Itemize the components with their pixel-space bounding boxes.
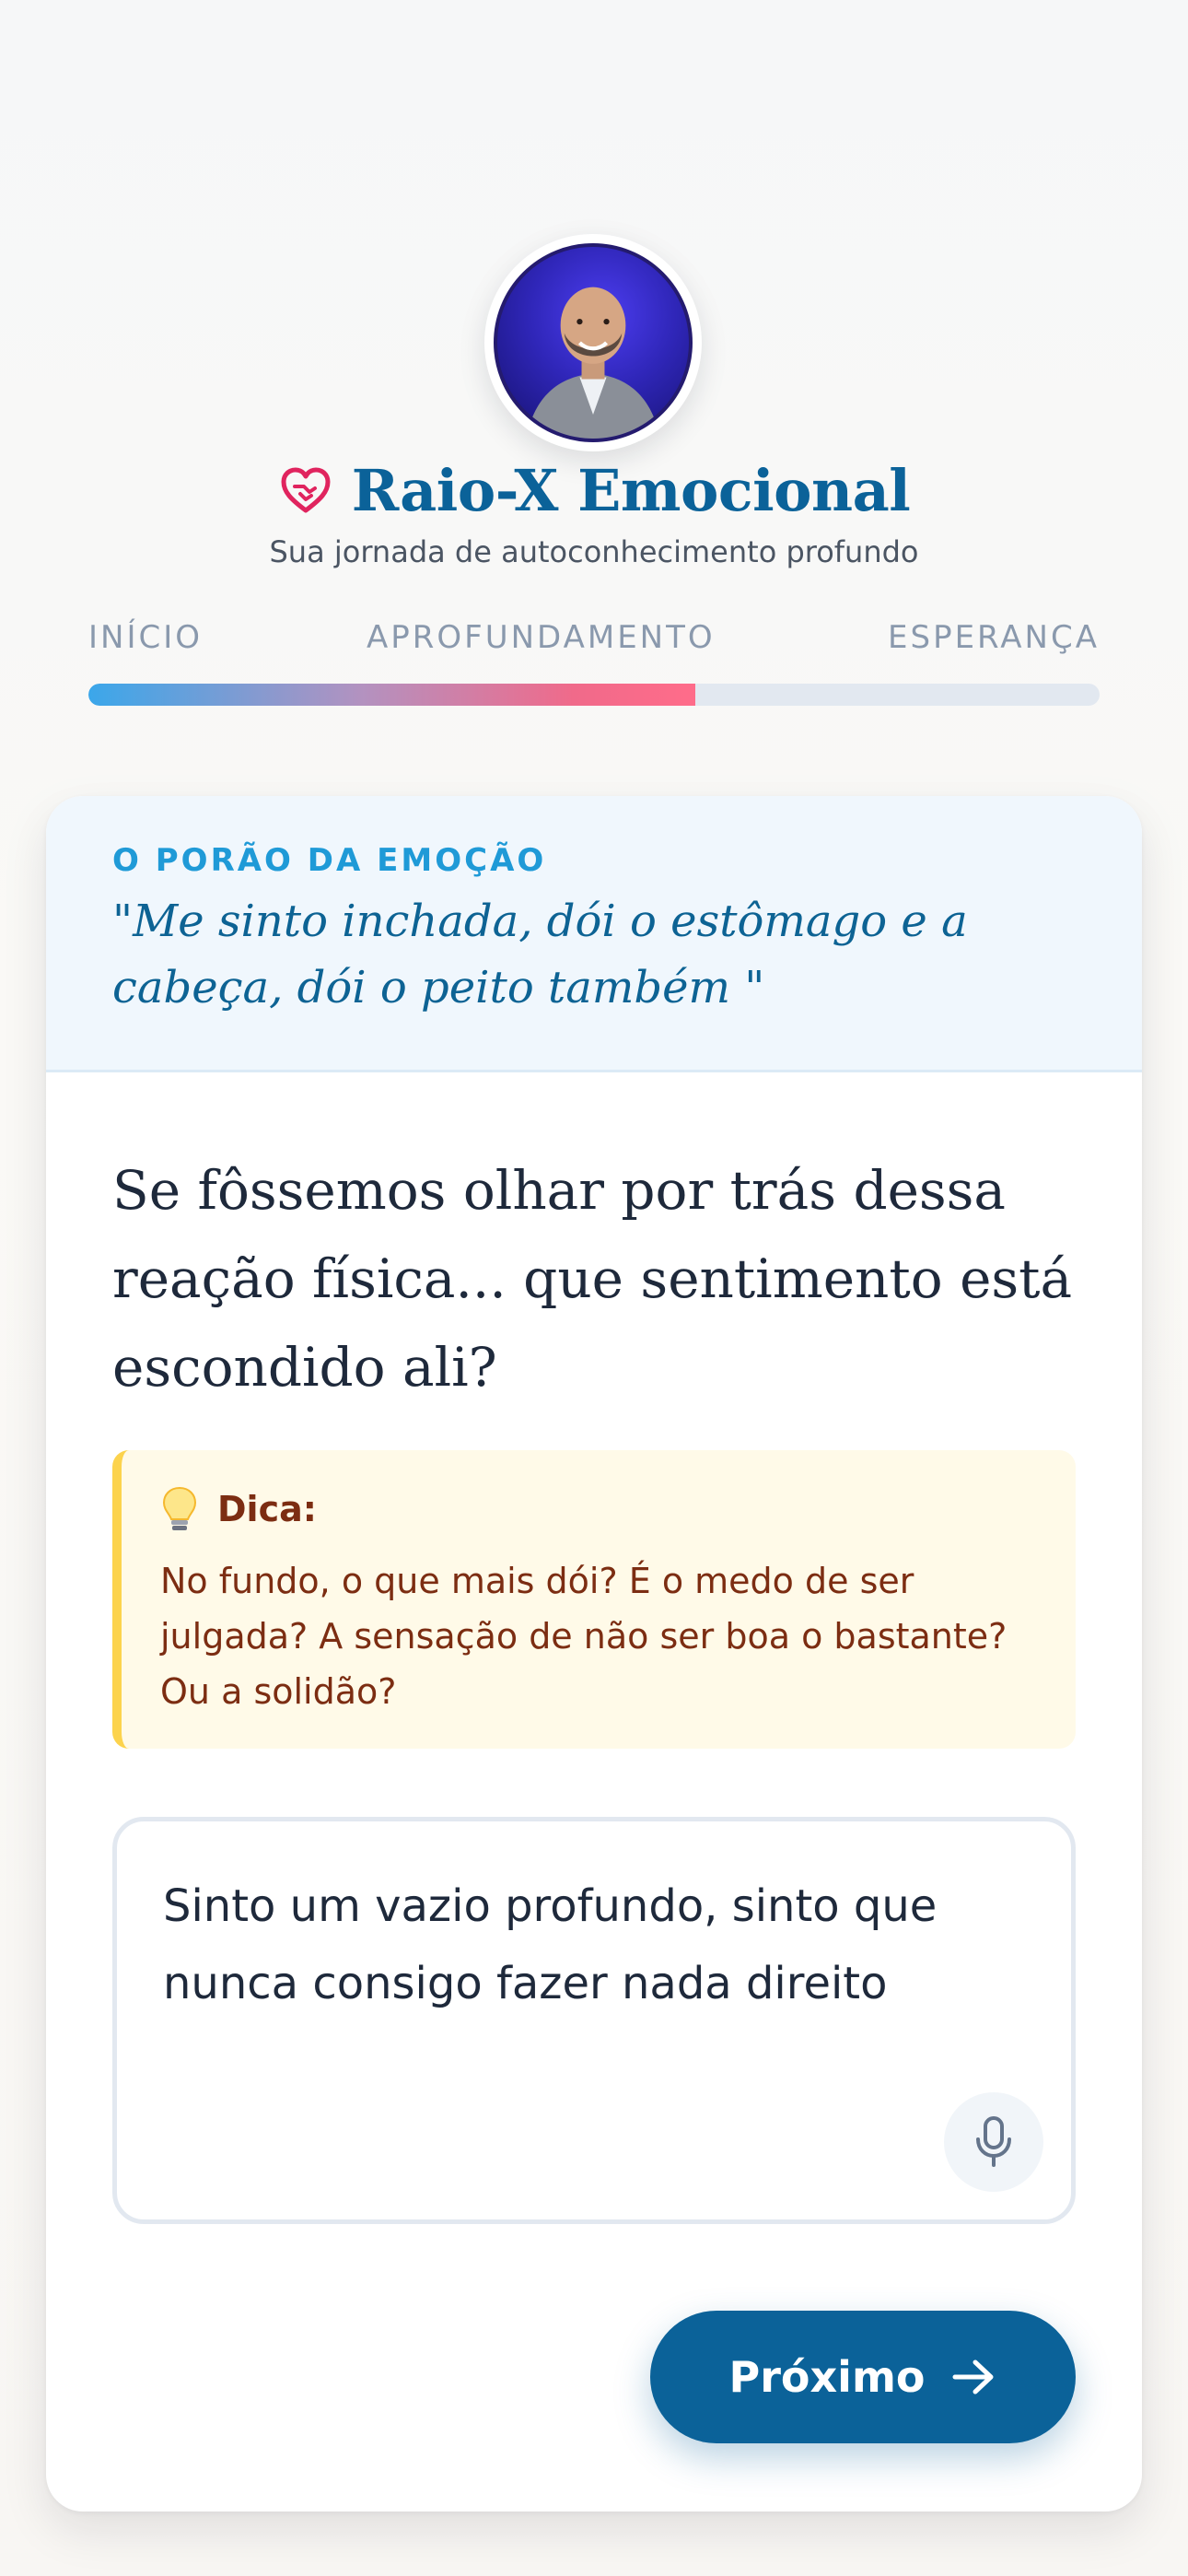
avatar-photo (494, 243, 693, 442)
avatar (484, 234, 702, 451)
next-button-label: Próximo (728, 2352, 926, 2402)
heart-hands-icon (278, 463, 333, 518)
app-title: Raio-X Emocional (351, 456, 911, 524)
progress-bar (88, 684, 1100, 706)
arrow-right-icon (952, 2359, 994, 2395)
tip-header: Dica: (160, 1485, 317, 1533)
progress-bar-fill (88, 684, 695, 706)
step-label-esperanca: ESPERANÇA (888, 619, 1100, 656)
tip-box: Dica: No fundo, o que mais dói? É o medo… (112, 1450, 1076, 1749)
section-label: O PORÃO DA EMOÇÃO (112, 842, 547, 879)
tip-title: Dica: (217, 1489, 317, 1529)
progress-steps: INÍCIO APROFUNDAMENTO ESPERANÇA (88, 619, 1100, 660)
person-photo-icon (526, 287, 660, 439)
answer-textarea[interactable]: Sinto um vazio profundo, sinto que nunca… (112, 1817, 1076, 2224)
next-button[interactable]: Próximo (650, 2311, 1076, 2443)
lightbulb-icon (160, 1485, 199, 1533)
tip-text: No fundo, o que mais dói? É o medo de se… (160, 1561, 1007, 1712)
question-text: Se fôssemos olhar por trás dessa reação … (112, 1159, 1073, 1399)
mic-button[interactable] (944, 2092, 1043, 2192)
microphone-icon (976, 2116, 1011, 2167)
app-header: Raio-X Emocional (0, 455, 1188, 525)
step-label-inicio: INÍCIO (88, 619, 204, 656)
answer-value[interactable]: Sinto um vazio profundo, sinto que nunca… (163, 1868, 1029, 2022)
app-subtitle: Sua jornada de autoconhecimento profundo (269, 534, 919, 569)
user-quote: "Me sinto inchada, dói o estômago e a ca… (112, 896, 968, 1013)
step-label-aprofundamento: APROFUNDAMENTO (367, 619, 716, 656)
card-header: O PORÃO DA EMOÇÃO "Me sinto inchada, dói… (46, 796, 1142, 1072)
question-card: O PORÃO DA EMOÇÃO "Me sinto inchada, dói… (46, 796, 1142, 2512)
